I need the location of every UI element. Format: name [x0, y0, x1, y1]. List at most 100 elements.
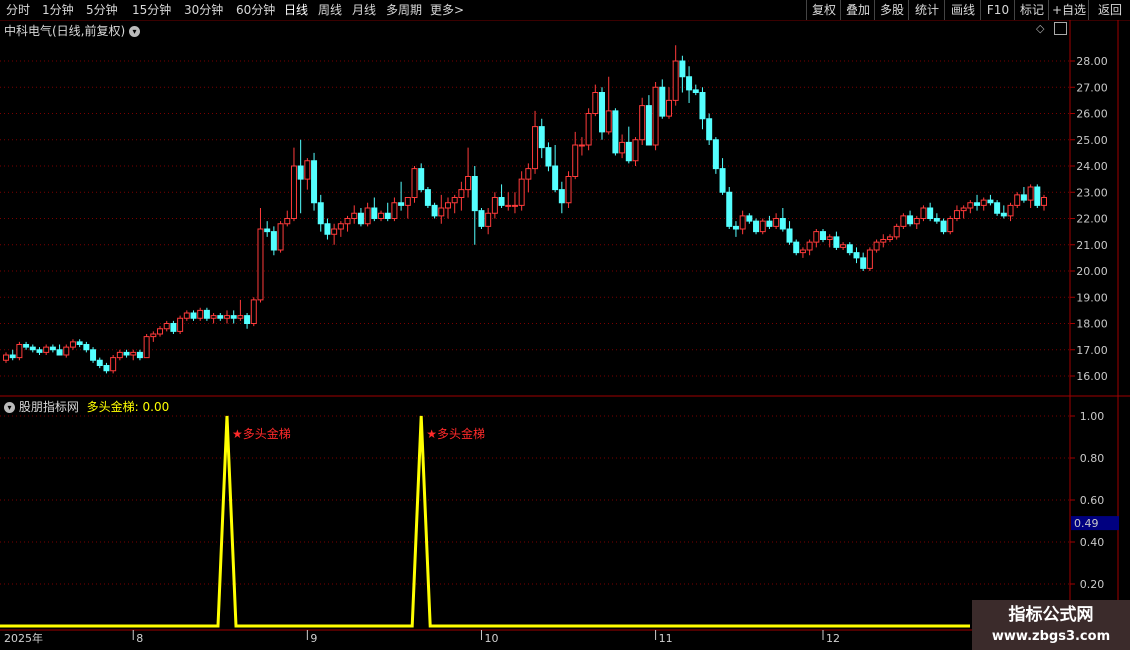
candle-body — [297, 165, 304, 180]
candle-body — [183, 312, 190, 319]
candle — [619, 134, 626, 159]
signal-label: ★多头金梯 — [426, 426, 485, 441]
candle — [311, 152, 318, 211]
indicator-dropdown-icon[interactable]: ▾ — [4, 402, 15, 413]
date-axis: 2025年891011121 — [4, 630, 1021, 645]
dropdown-circle-icon[interactable]: ▾ — [129, 26, 141, 37]
candle-body — [686, 76, 693, 91]
candle — [572, 131, 579, 180]
stock-chart[interactable]: ★多头金梯 ★多头金梯 28.00 27.00 26.00 25.00 24.00 23.0… — [0, 0, 1130, 650]
candle — [933, 213, 940, 224]
candle-body — [23, 344, 30, 348]
candle-body — [511, 204, 518, 207]
candle-body — [29, 346, 36, 351]
candle-body — [625, 141, 632, 162]
candle — [1000, 205, 1007, 219]
candle-body — [317, 202, 324, 225]
date-tick-label: 9 — [310, 632, 317, 645]
candle-body — [739, 215, 746, 230]
candle-body — [424, 189, 431, 206]
candle — [431, 202, 438, 219]
candle-body — [177, 317, 184, 332]
candle — [177, 315, 184, 334]
candle-body — [150, 333, 157, 338]
candle-body — [1020, 194, 1027, 201]
candle — [773, 213, 780, 229]
candle-body — [786, 228, 793, 243]
indicator-tick-label: 0.60 — [1080, 494, 1105, 507]
candle — [76, 339, 83, 348]
candle-body — [371, 207, 378, 219]
candle-body — [893, 225, 900, 238]
candle-body — [940, 220, 947, 233]
candle-body — [967, 202, 974, 209]
candle — [458, 181, 465, 211]
candle — [659, 79, 666, 119]
candle — [411, 166, 418, 203]
candle-body — [237, 315, 244, 319]
candle — [706, 113, 713, 145]
candle — [833, 231, 840, 250]
candle — [471, 166, 478, 245]
candle — [197, 307, 204, 321]
candle — [157, 326, 164, 337]
date-tick-label: 8 — [136, 632, 143, 645]
candle — [786, 221, 793, 245]
candle — [900, 213, 907, 229]
candle — [1020, 187, 1027, 203]
candle-body — [116, 351, 123, 359]
price-tick-label: 27.00 — [1076, 81, 1108, 94]
candle-body — [163, 323, 170, 330]
candle-body — [391, 202, 398, 219]
candle-body — [337, 223, 344, 230]
candle — [190, 310, 197, 321]
candle-body — [203, 309, 210, 319]
candle-body — [404, 197, 411, 206]
candle — [36, 347, 43, 355]
candle — [391, 197, 398, 222]
candle — [43, 344, 50, 355]
candle — [478, 208, 485, 229]
candle — [853, 247, 860, 264]
candle — [726, 187, 733, 229]
candle-body — [351, 212, 358, 219]
candle — [799, 247, 806, 258]
candle — [63, 344, 70, 358]
indicator-tick-label: 0.20 — [1080, 578, 1105, 591]
signal-label: ★多头金梯 — [232, 426, 291, 441]
candle-body — [866, 249, 873, 269]
candle-body — [572, 144, 579, 177]
candle-body — [665, 99, 672, 117]
candle — [103, 362, 110, 374]
candle — [967, 200, 974, 214]
candle — [277, 221, 284, 253]
candle — [150, 331, 157, 342]
price-tick-label: 28.00 — [1076, 55, 1108, 68]
candle-body — [230, 315, 237, 319]
candle — [639, 97, 646, 145]
candle — [766, 215, 773, 229]
candle-body — [451, 197, 458, 204]
candle-body — [585, 113, 592, 146]
candle — [913, 215, 920, 229]
candle-body — [36, 349, 43, 353]
candle — [552, 145, 559, 193]
candle — [344, 215, 351, 232]
candle-body — [217, 315, 224, 319]
candle-body — [947, 218, 954, 233]
panel-toggle-icon[interactable] — [1054, 22, 1067, 35]
date-tick-label: 10 — [484, 632, 498, 645]
candle-body — [444, 202, 451, 209]
candle-body — [364, 207, 371, 225]
candle-body — [223, 315, 230, 319]
candle-body — [458, 189, 465, 198]
candle — [364, 202, 371, 227]
price-tick-label: 17.00 — [1076, 344, 1108, 357]
cursor-value-label: 0.49 — [1074, 517, 1099, 530]
candle — [994, 200, 1001, 216]
diamond-icon[interactable]: ◇ — [1036, 22, 1044, 35]
candle-body — [324, 223, 331, 235]
indicator-tick-label: 0.40 — [1080, 536, 1105, 549]
candle — [83, 341, 90, 353]
candle-body — [913, 218, 920, 225]
